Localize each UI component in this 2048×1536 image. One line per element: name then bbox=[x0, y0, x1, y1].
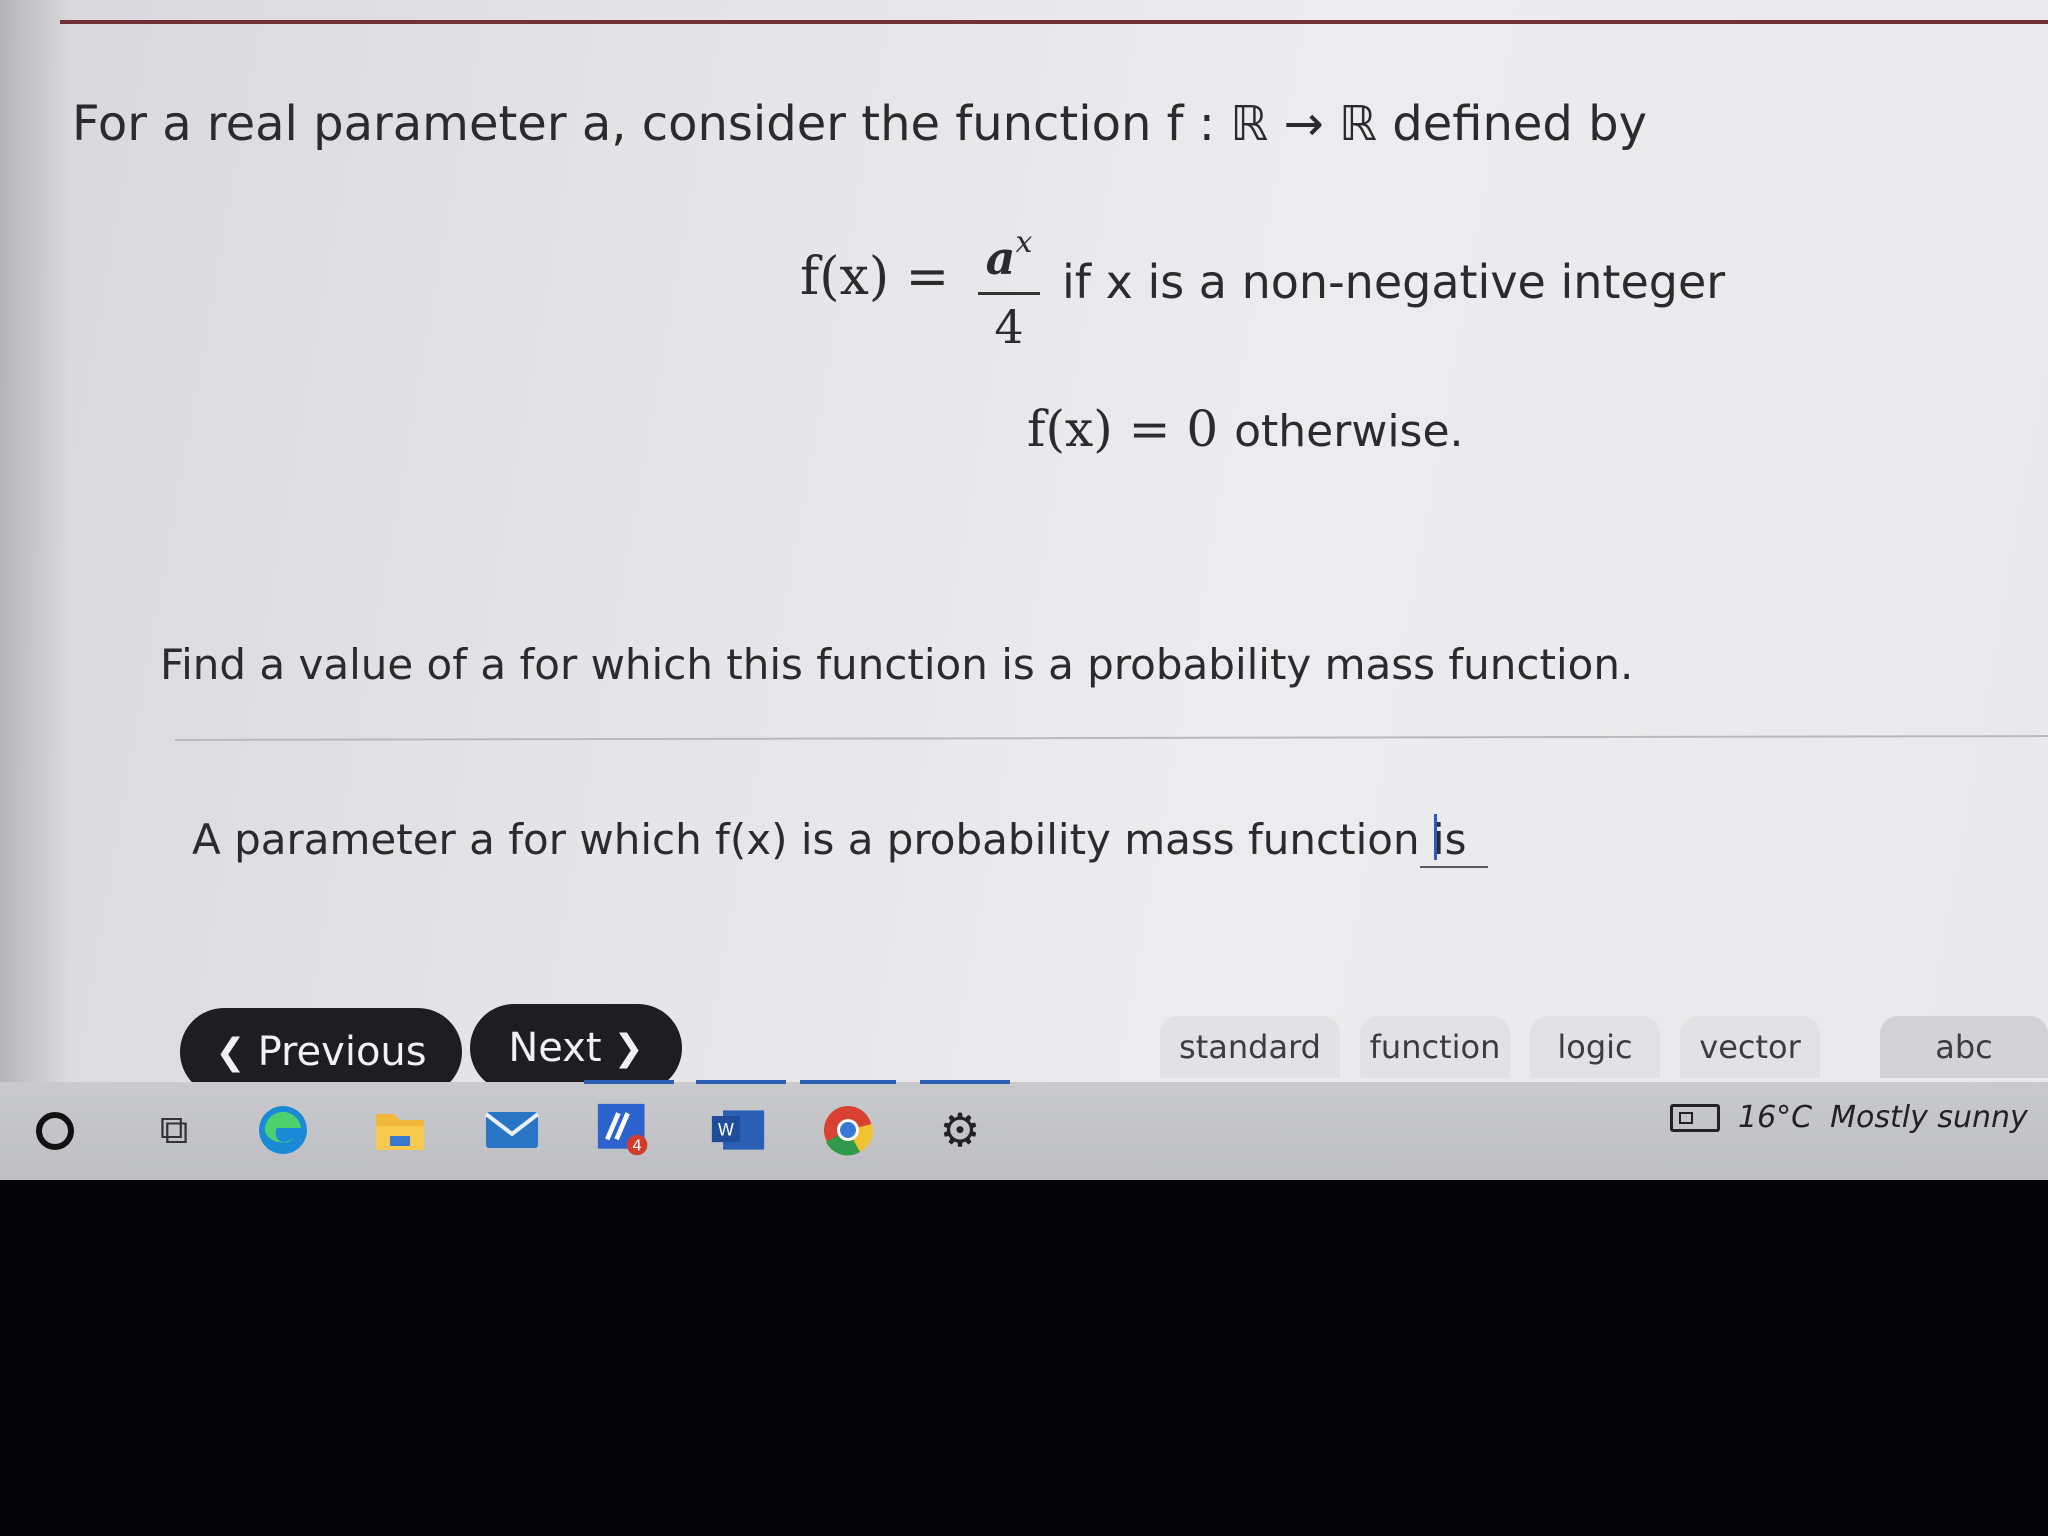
next-label: Next bbox=[508, 1025, 602, 1071]
active-app-indicator bbox=[920, 1080, 1010, 1084]
tab-vector[interactable]: vector bbox=[1680, 1016, 1820, 1078]
case-1-lhs: f(x) = bbox=[800, 247, 950, 307]
tab-abc[interactable]: abc bbox=[1880, 1016, 2048, 1078]
case-2-condition: otherwise. bbox=[1234, 406, 1464, 457]
math-keyboard-tabs: standard function logic vector abc bbox=[1160, 1010, 2048, 1080]
edge-browser-icon[interactable] bbox=[255, 1102, 311, 1158]
fraction-denominator: 4 bbox=[994, 300, 1024, 354]
gear-icon[interactable]: ⚙ bbox=[932, 1102, 988, 1158]
weather-temp: 16°C bbox=[1738, 1100, 1813, 1135]
fraction-bar bbox=[978, 292, 1040, 295]
weather-desc: Mostly sunny bbox=[1830, 1100, 2028, 1135]
mail-icon[interactable] bbox=[484, 1102, 540, 1158]
task-view-icon[interactable]: ⧉ bbox=[146, 1102, 202, 1158]
active-app-indicator bbox=[584, 1080, 674, 1084]
fraction-numerator: ax bbox=[985, 225, 1033, 285]
search-circle-icon[interactable] bbox=[36, 1112, 74, 1150]
previous-label: Previous bbox=[257, 1029, 427, 1075]
screen-edge-shadow bbox=[0, 0, 70, 1180]
screen: For a real parameter a, consider the fun… bbox=[0, 0, 2048, 1180]
tab-logic[interactable]: logic bbox=[1530, 1016, 1660, 1078]
tab-standard[interactable]: standard bbox=[1160, 1016, 1340, 1078]
answer-input[interactable] bbox=[1420, 808, 1488, 868]
app-badge-count: 4 bbox=[632, 1137, 642, 1155]
word-icon[interactable]: W bbox=[710, 1102, 766, 1158]
text-caret bbox=[1434, 814, 1437, 860]
word-letter: W bbox=[718, 1120, 735, 1140]
section-divider bbox=[174, 735, 2048, 741]
case-2-expr: f(x) = 0 bbox=[1027, 400, 1219, 458]
chevron-right-icon: ❯ bbox=[613, 1027, 644, 1069]
file-explorer-icon[interactable] bbox=[372, 1102, 428, 1158]
weather-widget[interactable]: 16°C Mostly sunny bbox=[1670, 1100, 2028, 1135]
active-app-indicator bbox=[696, 1080, 786, 1084]
app-tile-icon[interactable]: 4 bbox=[596, 1102, 652, 1158]
case-2-equation: f(x) = 0 otherwise. bbox=[1027, 400, 1464, 458]
chrome-icon[interactable] bbox=[820, 1102, 876, 1158]
intro-line: For a real parameter a, consider the fun… bbox=[72, 96, 1648, 152]
active-app-indicator bbox=[800, 1080, 896, 1084]
answer-label: A parameter a for which f(x) is a probab… bbox=[192, 815, 1467, 864]
fraction: ax 4 bbox=[978, 215, 1040, 353]
news-widget-icon bbox=[1670, 1103, 1720, 1132]
next-button[interactable]: Next ❯ bbox=[470, 1004, 682, 1092]
intro-text: For a real parameter a, consider the fun… bbox=[72, 96, 1647, 152]
case-1-condition: if x is a non-negative integer bbox=[1062, 255, 1726, 309]
tab-function[interactable]: function bbox=[1360, 1016, 1510, 1078]
question-prompt: Find a value of a for which this functio… bbox=[160, 640, 1634, 689]
chevron-left-icon: ❮ bbox=[215, 1031, 246, 1073]
header-rule bbox=[60, 20, 2048, 24]
